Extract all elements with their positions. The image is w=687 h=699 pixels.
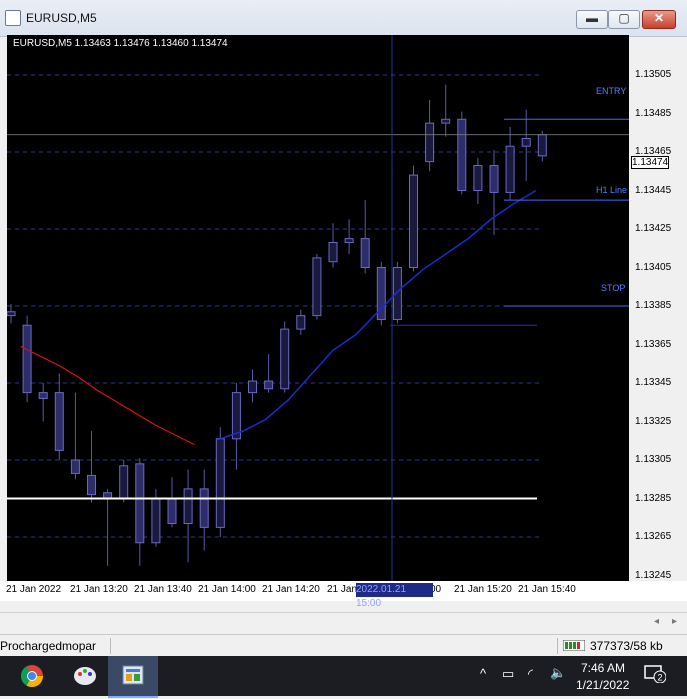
candle (521, 138, 531, 147)
time-tick-label: 21 Jan 13:20 (70, 584, 128, 595)
candle (199, 488, 209, 528)
time-tick-label: 21 Jan 2022 (6, 584, 62, 595)
candle (22, 324, 32, 394)
entry-line-label[interactable]: ENTRY (596, 86, 626, 96)
candle (167, 498, 177, 525)
status-profile-name: Prochargedmopar (0, 639, 97, 653)
clock-time[interactable]: 7:46 AM (581, 661, 625, 675)
price-tick-label: 1.13445 (635, 184, 672, 196)
price-tick-label: 1.13425 (635, 223, 672, 234)
time-tick-label: 21 Jan (327, 584, 358, 595)
candle (505, 145, 515, 193)
candle (264, 380, 274, 390)
chart-window-icon (5, 10, 21, 26)
candle (87, 474, 96, 496)
scroll-right-arrow-icon[interactable]: ▸ (672, 616, 677, 627)
price-tick-label: 1.13485 (635, 107, 672, 119)
price-chart[interactable] (7, 35, 629, 581)
price-tick-label: 1.13365 (635, 338, 672, 350)
candle (457, 118, 467, 191)
time-tick-label: 21 Jan 13:40 (134, 584, 192, 595)
taskbar-app-button[interactable] (60, 656, 110, 696)
status-traffic: 377373/58 kb (590, 639, 663, 653)
tray-overflow-chevron-icon[interactable]: ^ (480, 666, 486, 681)
connection-bars-icon (563, 640, 585, 651)
candle (70, 459, 80, 474)
window-titlebar: EURUSD,M5 ▬ ▢ ✕ (0, 0, 687, 37)
price-tick-label: 1.13285 (635, 492, 672, 504)
time-tick-label: 21 Jan 15:20 (454, 584, 512, 595)
wifi-icon[interactable]: ◜ (528, 666, 533, 682)
time-tick-label: 21 Jan 14:00 (198, 584, 256, 595)
candle (135, 463, 145, 544)
maximize-button[interactable]: ▢ (608, 10, 640, 29)
h1-line-label[interactable]: H1 Line (596, 185, 627, 195)
candle (296, 315, 306, 330)
candle (537, 134, 547, 157)
candle (441, 118, 451, 124)
paint-app-icon (74, 667, 96, 685)
candle (38, 392, 48, 399)
candle (473, 164, 483, 192)
close-button[interactable]: ✕ (642, 10, 676, 29)
status-divider (110, 638, 111, 654)
taskbar: ^ ▭ ◜ 🔈 7:46 AM 1/21/2022 2 (0, 656, 687, 698)
window-title: EURUSD,M5 (26, 11, 97, 25)
price-tick-label: 1.13505 (635, 69, 672, 80)
volume-icon[interactable]: 🔈 (550, 665, 566, 681)
taskbar-chrome-button[interactable] (5, 656, 55, 696)
time-axis[interactable]: 21 Jan 2022 21 Jan 13:20 21 Jan 13:40 21 Ja… (0, 581, 687, 609)
chart-symbol-header: EURUSD,M5 1.13463 1.13476 1.13460 1.1347… (13, 38, 228, 49)
candle (489, 164, 499, 193)
minimize-button[interactable]: ▬ (576, 10, 608, 29)
battery-icon[interactable]: ▭ (502, 666, 514, 682)
price-axis[interactable]: 1.13505 1.13485 1.13465 1.13445 1.13425 1.134… (629, 35, 687, 581)
candle (280, 328, 290, 390)
notification-center-icon[interactable]: 2 (644, 665, 666, 683)
candle (248, 380, 257, 394)
notification-count: 2 (658, 673, 663, 683)
candle (344, 238, 354, 243)
chart-canvas (7, 35, 629, 581)
crosshair-time-label: 2022.01.21 15:00 (356, 583, 433, 609)
taskbar-metatrader-button[interactable] (108, 656, 158, 698)
time-tick-label: 21 Jan 14:20 (262, 584, 320, 595)
candle (425, 122, 435, 163)
price-tick-label: 1.13265 (635, 531, 672, 542)
stop-line-label[interactable]: STOP (601, 283, 625, 293)
status-bar: Prochargedmopar 377373/58 kb (0, 634, 687, 657)
candle (151, 498, 161, 544)
status-divider (557, 638, 558, 654)
candle (119, 465, 129, 499)
candle (409, 174, 418, 269)
candle (312, 257, 322, 317)
price-tick-label: 1.13345 (635, 377, 672, 388)
price-tick-label: 1.13305 (635, 454, 672, 465)
scroll-left-arrow-icon[interactable]: ◂ (654, 616, 659, 627)
candle (328, 241, 338, 263)
time-tick-label: 21 Jan 15:40 (518, 584, 576, 595)
candle (7, 311, 16, 317)
candle (54, 392, 64, 451)
price-tick-label: 1.13245 (635, 569, 672, 581)
chart-scroll-strip: ◂ ▸ (0, 612, 687, 635)
candle (215, 438, 225, 528)
candle (360, 238, 370, 268)
candle (392, 267, 402, 320)
price-tick-label: 1.13325 (635, 415, 672, 427)
candle (183, 488, 193, 525)
chrome-icon (21, 665, 43, 687)
price-tick-label: 1.13405 (635, 261, 672, 273)
price-tick-label: 1.13385 (635, 300, 672, 311)
current-price-marker: 1.13474 (631, 156, 669, 169)
metatrader-icon (122, 665, 144, 685)
clock-date[interactable]: 1/21/2022 (576, 678, 629, 692)
